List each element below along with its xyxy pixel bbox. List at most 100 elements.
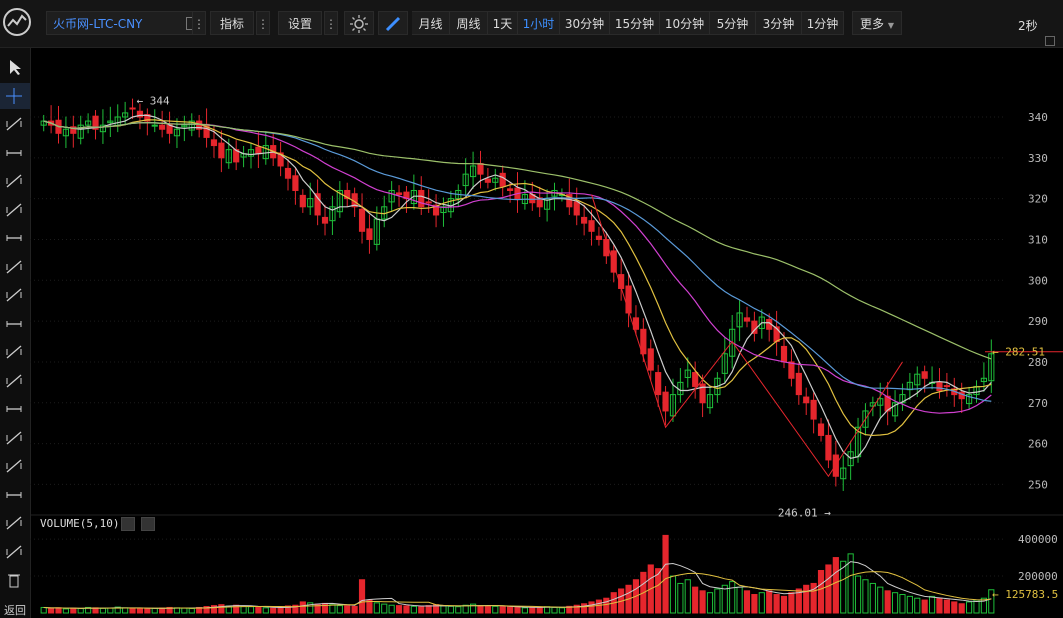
volume-bar: [329, 604, 336, 614]
candle-body: [817, 423, 825, 436]
volume-bar: [48, 607, 55, 614]
timeframe-button-7[interactable]: 5分钟: [710, 11, 756, 35]
ruler-icon[interactable]: [0, 225, 30, 251]
volume-bar: [884, 590, 891, 614]
volume-close-icon[interactable]: [141, 517, 155, 531]
back-button[interactable]: 返回: [0, 602, 30, 618]
fullscreen-icon[interactable]: [1045, 36, 1055, 46]
last-volume-label: ← 125783.5: [992, 588, 1058, 601]
volume-bar: [299, 601, 306, 614]
symbol-selector[interactable]: 火币网-LTC-CNY: [46, 11, 206, 35]
segment-icon[interactable]: [0, 111, 30, 137]
candle-body: [218, 142, 225, 159]
volume-bar: [507, 606, 514, 614]
volume-bar: [936, 597, 943, 614]
volume-bar: [418, 606, 425, 614]
volume-settings-icon[interactable]: [121, 517, 135, 531]
drawing-toolbar: [0, 48, 31, 618]
ray-icon[interactable]: [0, 168, 30, 194]
volume-bar: [477, 605, 484, 614]
low-label: 246.01 →: [778, 507, 831, 520]
timeframe-button-8[interactable]: 3分钟: [756, 11, 802, 35]
timeframe-button-6[interactable]: 10分钟: [660, 11, 710, 35]
volume-bar: [832, 557, 839, 614]
symbol-menu-dots-icon[interactable]: ⋮: [192, 11, 206, 35]
volume-bar: [558, 607, 566, 614]
y-tick-label: 300: [1028, 274, 1048, 287]
timeframe-button-4[interactable]: 30分钟: [560, 11, 610, 35]
volume-bar: [699, 590, 706, 614]
volume-bar: [373, 602, 380, 614]
timeframe-button-3[interactable]: 1小时: [518, 11, 560, 35]
symbol-label: 火币网-LTC-CNY: [53, 17, 143, 31]
volume-bar: [277, 606, 284, 614]
candle-body: [507, 188, 514, 191]
volume-bar: [425, 605, 432, 614]
candle-body: [936, 381, 943, 392]
timeframe-button-9[interactable]: 1分钟: [802, 11, 844, 35]
volume-bar: [684, 579, 691, 614]
volume-bar: [662, 534, 669, 614]
gann-fan-icon[interactable]: [0, 425, 30, 451]
candle-body: [129, 107, 136, 110]
indicators-button[interactable]: 指标: [210, 11, 254, 35]
draw-toggle-button[interactable]: [378, 11, 408, 35]
delete-icon[interactable]: [0, 567, 30, 593]
logo-icon: [3, 8, 31, 36]
pitchfork-icon[interactable]: [0, 339, 30, 365]
candle-body: [803, 396, 810, 404]
vertical-line-icon[interactable]: [0, 197, 30, 223]
parallel-lines-icon[interactable]: [0, 254, 30, 280]
spiral-icon[interactable]: [0, 510, 30, 536]
timeframe-button-2[interactable]: 1天: [488, 11, 518, 35]
candle-body: [595, 235, 603, 240]
volume-bar: [862, 579, 869, 614]
fan-icon[interactable]: [0, 396, 30, 422]
volume-bar: [255, 606, 262, 614]
candle-body: [484, 178, 491, 183]
speed-resistance-icon[interactable]: [0, 482, 30, 508]
indicators-menu-dots-icon[interactable]: ⋮: [256, 11, 270, 35]
volume-tick-label: 400000: [1018, 533, 1058, 546]
price-chart[interactable]: 2502602702802903003103203303404000002000…: [30, 48, 1063, 618]
volume-bar: [928, 595, 936, 614]
volume-bar: [484, 605, 491, 614]
candle-body: [425, 201, 432, 204]
sun-icon: [350, 15, 368, 33]
candle-body: [418, 189, 425, 208]
more-timeframes-button[interactable]: 更多 ▼: [852, 11, 902, 35]
volume-bar: [381, 603, 388, 614]
candle-body: [573, 201, 580, 216]
fib-fan-icon[interactable]: [0, 453, 30, 479]
volume-bar: [122, 607, 129, 614]
volume-bar: [914, 597, 921, 614]
timeframe-button-1[interactable]: 周线: [450, 11, 488, 35]
crosshair-icon[interactable]: [0, 82, 30, 109]
ma-line-60: [43, 120, 992, 360]
volume-bar: [729, 581, 736, 614]
cursor-icon[interactable]: [0, 54, 30, 80]
volume-bar: [692, 586, 699, 614]
volume-bar: [943, 599, 950, 614]
volume-bar: [803, 584, 810, 614]
candle-body: [292, 175, 299, 191]
theme-toggle-button[interactable]: [344, 11, 374, 35]
candle-body: [151, 124, 158, 127]
settings-menu-dots-icon[interactable]: ⋮: [324, 11, 338, 35]
trend-line-icon[interactable]: [0, 282, 30, 308]
high-label: ← 344: [137, 95, 170, 108]
volume-ma-line-5: [43, 561, 992, 609]
y-tick-label: 330: [1028, 152, 1048, 165]
volume-bar: [677, 582, 684, 614]
candle-body: [795, 372, 802, 396]
channel-icon[interactable]: [0, 311, 30, 337]
arrow-line-icon[interactable]: [0, 368, 30, 394]
settings-button[interactable]: 设置: [278, 11, 322, 35]
pattern-icon[interactable]: [0, 539, 30, 565]
candle-body: [358, 208, 366, 232]
horizontal-line-icon[interactable]: [0, 140, 30, 166]
volume-bar: [218, 604, 225, 614]
timeframe-button-5[interactable]: 15分钟: [610, 11, 660, 35]
timeframe-button-0[interactable]: 月线: [412, 11, 450, 35]
volume-bar: [351, 605, 358, 614]
